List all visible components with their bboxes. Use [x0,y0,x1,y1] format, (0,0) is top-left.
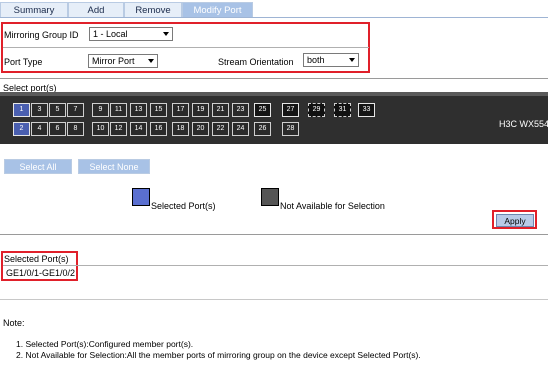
mirroring-group-label: Mirroring Group ID [4,30,79,40]
device-panel-top-edge [0,92,548,96]
port-8[interactable]: 8 [67,122,84,136]
not-available-legend-label: Not Available for Selection [280,201,385,211]
port-type-value: Mirror Port [92,56,135,66]
tab-add[interactable]: Add [68,2,124,17]
port-31[interactable]: 31 [334,103,351,117]
port-4[interactable]: 4 [31,122,48,136]
stream-orientation-select[interactable]: both [303,53,359,67]
tab-remove[interactable]: Remove [124,2,182,17]
selected-ports-value: GE1/0/1-GE1/0/2 [6,268,76,278]
port-7[interactable]: 7 [67,103,84,117]
port-33[interactable]: 33 [358,103,375,117]
select-none-button[interactable]: Select None [78,159,150,174]
port-24[interactable]: 24 [232,122,249,136]
selected-port-legend-label: Selected Port(s) [151,201,216,211]
port-12[interactable]: 12 [110,122,127,136]
port-14[interactable]: 14 [130,122,147,136]
port-29[interactable]: 29 [308,103,325,117]
port-18[interactable]: 18 [172,122,189,136]
port-type-label: Port Type [4,57,43,67]
selected-ports-title: Selected Port(s) [4,254,69,264]
port-19[interactable]: 19 [192,103,209,117]
port-17[interactable]: 17 [172,103,189,117]
port-16[interactable]: 16 [150,122,167,136]
section-divider [0,299,548,300]
port-13[interactable]: 13 [130,103,147,117]
port-9[interactable]: 9 [92,103,109,117]
port-11[interactable]: 11 [110,103,127,117]
not-available-swatch [261,188,279,206]
select-all-button[interactable]: Select All [4,159,72,174]
form-divider [3,47,369,48]
port-3[interactable]: 3 [31,103,48,117]
chevron-down-icon [163,32,169,36]
section-divider [0,78,548,79]
stream-orientation-label: Stream Orientation [218,57,294,67]
port-25[interactable]: 25 [254,103,271,117]
port-15[interactable]: 15 [150,103,167,117]
tab-divider [0,17,548,18]
tab-bar: Summary Add Remove Modify Port [0,0,548,17]
device-name: H3C WX5540 [498,119,548,129]
port-1[interactable]: 1 [13,103,30,117]
port-28[interactable]: 28 [282,122,299,136]
section-divider [0,234,548,235]
port-20[interactable]: 20 [192,122,209,136]
chevron-down-icon [148,59,154,63]
apply-button[interactable]: Apply [496,214,534,227]
selected-port-swatch [132,188,150,206]
stream-orientation-value: both [307,55,325,65]
mirroring-group-select[interactable]: 1 - Local [89,27,173,41]
port-6[interactable]: 6 [49,122,66,136]
port-26[interactable]: 26 [254,122,271,136]
selected-ports-divider [3,265,548,266]
note-title: Note: [3,318,25,328]
note-item: 2. Not Available for Selection:All the m… [16,350,421,360]
port-21[interactable]: 21 [212,103,229,117]
port-type-select[interactable]: Mirror Port [88,54,158,68]
port-10[interactable]: 10 [92,122,109,136]
port-2[interactable]: 2 [13,122,30,136]
tab-summary[interactable]: Summary [0,2,68,17]
mirroring-group-value: 1 - Local [93,29,128,39]
port-5[interactable]: 5 [49,103,66,117]
port-22[interactable]: 22 [212,122,229,136]
note-item: 1. Selected Port(s):Configured member po… [16,339,194,349]
port-23[interactable]: 23 [232,103,249,117]
chevron-down-icon [349,58,355,62]
device-panel: 1 3 5 7 9 11 13 15 17 19 21 23 25 27 29 31 33 2 4 6 8 10 12 14 1… [0,92,548,144]
port-27[interactable]: 27 [282,103,299,117]
tab-modify-port[interactable]: Modify Port [182,2,253,17]
